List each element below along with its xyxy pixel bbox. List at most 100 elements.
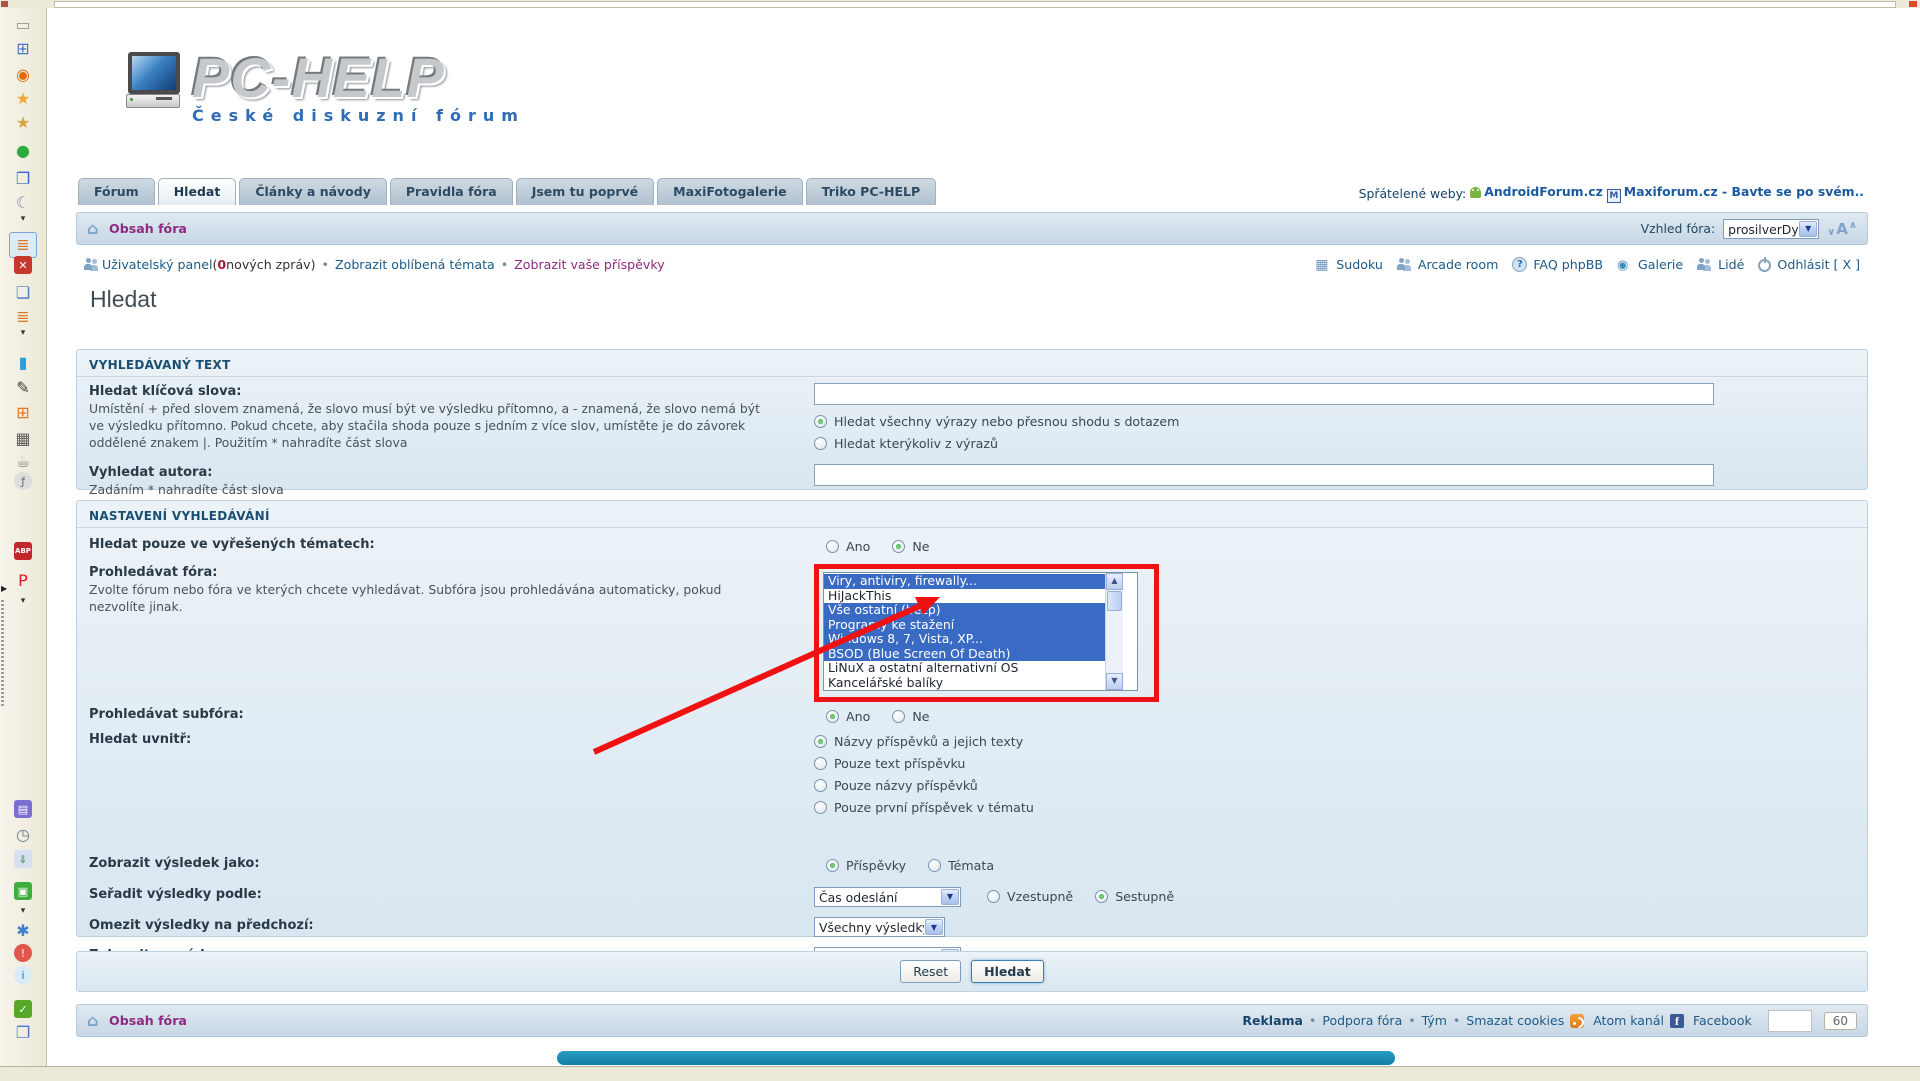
radio-n-zvy-p-sp-vk-a-jejich-texty[interactable]: Názvy příspěvků a jejich texty	[814, 731, 1855, 752]
radio-ano[interactable]: Ano	[826, 706, 870, 727]
userbar-item-lid[interactable]: Lidé	[1697, 257, 1744, 272]
favorites-link[interactable]: Zobrazit oblíbená témata	[335, 257, 495, 272]
footer-home-link[interactable]: Obsah fóra	[109, 1013, 187, 1028]
radio-t-mata[interactable]: Témata	[928, 855, 994, 876]
sidebar-list-active-icon[interactable]: ≣	[9, 232, 37, 258]
info-bubble-icon[interactable]: i	[14, 966, 32, 984]
scroll-up-button[interactable]	[1106, 573, 1123, 590]
keywords-input[interactable]	[814, 383, 1714, 405]
listbox-scrollbar[interactable]	[1105, 573, 1123, 690]
reset-button[interactable]: Reset	[900, 960, 961, 983]
footer-link-podpora-f-ra[interactable]: Podpora fóra	[1322, 1013, 1402, 1028]
dropdown-caret-icon[interactable]: ▾	[11, 214, 35, 224]
partner-link-androidforum-cz[interactable]: AndroidForum.cz	[1484, 184, 1603, 199]
radio-ano[interactable]: Ano	[826, 536, 870, 557]
czech-flag-globe-icon[interactable]: ●	[11, 140, 35, 162]
footer-link-facebook[interactable]: Facebook	[1693, 1013, 1752, 1028]
bookmark-star-icon[interactable]: ★	[11, 88, 35, 110]
radio-p-sp-vky[interactable]: Příspěvky	[826, 855, 906, 876]
chevron-down-icon[interactable]	[925, 919, 943, 935]
dropdown-caret-icon[interactable]: ▾	[11, 596, 35, 606]
chevron-down-icon[interactable]	[1799, 221, 1817, 237]
userbar-item-sudoku[interactable]: Sudoku	[1315, 257, 1383, 272]
search-submit-button[interactable]: Hledat	[971, 960, 1044, 983]
tab-maxifotogalerie[interactable]: MaxiFotogalerie	[657, 178, 802, 205]
counter-input[interactable]	[1768, 1010, 1812, 1032]
font-size-control[interactable]: ∨A∧	[1827, 220, 1857, 238]
proxy-p-icon[interactable]: P	[11, 570, 35, 592]
list-window-icon[interactable]: ≣	[11, 306, 35, 328]
tab-l-nky-a-n-vody[interactable]: Články a návody	[239, 178, 387, 205]
adblock-plus-icon[interactable]: ABP	[14, 542, 32, 560]
clip-roll-icon[interactable]: ▮	[11, 352, 35, 374]
own-posts-link[interactable]: Zobrazit vaše příspěvky	[514, 257, 664, 272]
forum-option-windows-8-7-vista-xp[interactable]: Windows 8, 7, Vista, XP...	[824, 632, 1105, 647]
flash-plugin-icon[interactable]: ƒ	[14, 472, 32, 490]
tab-pravidla-f-ra[interactable]: Pravidla fóra	[390, 178, 513, 205]
userbar-item-galerie[interactable]: Galerie	[1617, 257, 1683, 272]
radio-hledat-kter-koliv-z-v-raz[interactable]: Hledat kterýkoliv z výrazů	[814, 433, 1855, 454]
style-select[interactable]: prosilverDyn	[1723, 219, 1819, 239]
scroll-thumb[interactable]	[1107, 591, 1122, 611]
tab-f-rum[interactable]: Fórum	[78, 178, 155, 205]
ahs-checker-icon[interactable]: ✓	[14, 1000, 32, 1018]
java-cup-icon[interactable]: ☕	[11, 451, 35, 473]
sidebar-panels-icon[interactable]: ⊞	[11, 38, 35, 60]
window-blue-icon[interactable]: ❐	[11, 168, 35, 190]
image-editor-icon[interactable]: ❏	[11, 282, 35, 304]
radio-pouze-text-p-sp-vku[interactable]: Pouze text příspěvku	[814, 753, 1855, 774]
footer-link-reklama[interactable]: Reklama	[1242, 1013, 1303, 1028]
user-panel-link[interactable]: Uživatelský panel	[102, 257, 212, 272]
top-horizontal-scrollbar[interactable]	[54, 1, 1896, 8]
window-button-icon[interactable]: ▭	[11, 14, 35, 36]
window-frame-icon[interactable]: ❐	[11, 1022, 35, 1044]
radio-pouze-prvn-p-sp-vek-v-t-matu[interactable]: Pouze první příspěvek v tématu	[814, 797, 1855, 818]
close-sidebar-icon[interactable]: ✕	[14, 256, 32, 274]
radio-ne[interactable]: Ne	[892, 536, 929, 557]
footer-link-smazat-cookies[interactable]: Smazat cookies	[1466, 1013, 1564, 1028]
userbar-item-odhl-sit-x[interactable]: Odhlásit [ X ]	[1758, 257, 1860, 272]
radio-hledat-v-echny-v-razy-nebo-p-esnou-shodu-s-dotazem[interactable]: Hledat všechny výrazy nebo přesnou shodu…	[814, 411, 1855, 432]
addons-puzzle-icon[interactable]: ▣	[14, 882, 32, 900]
radio-ne[interactable]: Ne	[892, 706, 929, 727]
forums-listbox[interactable]: Viry, antiviry, firewally...HiJackThisVš…	[823, 572, 1138, 691]
forum-option-hijackthis[interactable]: HiJackThis	[824, 589, 1105, 604]
sidebar-drag-handle[interactable]	[1, 600, 4, 708]
forum-option-bsod-blue-screen-of-death[interactable]: BSOD (Blue Screen Of Death)	[824, 647, 1105, 662]
forum-option-programy-ke-sta-en[interactable]: Programy ke stažení	[824, 618, 1105, 633]
sort-select[interactable]: Čas odeslání	[814, 887, 961, 907]
dropdown-caret-icon[interactable]: ▾	[11, 906, 35, 916]
userbar-item-arcade-room[interactable]: Arcade room	[1397, 257, 1498, 272]
forum-option-linux-a-ostatn-alternativn-os[interactable]: LiNuX a ostatní alternativní OS	[824, 661, 1105, 676]
history-clock-icon[interactable]: ◷	[11, 824, 35, 846]
forum-option-v-e-ostatn-bezp[interactable]: Vše ostatní (bezp)	[824, 603, 1105, 618]
chevron-down-icon[interactable]	[941, 889, 959, 905]
night-mode-icon[interactable]: ☾	[11, 192, 35, 214]
tab-jsem-tu-poprv[interactable]: Jsem tu poprvé	[516, 178, 654, 205]
partner-link-maxiforum-cz-bavte-se-po-sv-m[interactable]: Maxiforum.cz - Bavte se po svém..	[1624, 184, 1864, 199]
bookmarks-book-icon[interactable]: ▤	[14, 800, 32, 818]
error-console-icon[interactable]: !	[14, 944, 32, 962]
userbar-item-faq-phpbb[interactable]: FAQ phpBB	[1512, 257, 1603, 272]
screen-capture-icon[interactable]: ▦	[11, 428, 35, 450]
pen-icon[interactable]: ✎	[11, 377, 35, 399]
site-logo[interactable]: PC-HELP České diskuzní fórum	[126, 52, 525, 125]
table-grid-icon[interactable]: ⊞	[11, 402, 35, 424]
firefox-icon[interactable]: ◉	[11, 64, 35, 86]
forum-option-kancel-sk-bal-ky[interactable]: Kancelářské balíky	[824, 676, 1105, 691]
author-input[interactable]	[814, 464, 1714, 486]
downloads-icon[interactable]: ⇓	[14, 850, 32, 868]
bookmark-add-icon[interactable]: ★	[11, 112, 35, 134]
tab-triko-pc-help[interactable]: Triko PC-HELP	[806, 178, 936, 205]
dropdown-caret-icon[interactable]: ▾	[11, 328, 35, 338]
tab-hledat[interactable]: Hledat	[158, 178, 237, 205]
gear-icon[interactable]: ✱	[11, 920, 35, 942]
forum-option-viry-antiviry-firewally[interactable]: Viry, antiviry, firewally...	[824, 574, 1105, 589]
footer-link-t-m[interactable]: Tým	[1422, 1013, 1447, 1028]
limit-select[interactable]: Všechny výsledky	[814, 917, 945, 937]
radio-pouze-n-zvy-p-sp-vk[interactable]: Pouze názvy příspěvků	[814, 775, 1855, 796]
radio-vzestupn[interactable]: Vzestupně	[987, 886, 1073, 907]
breadcrumb-home-link[interactable]: Obsah fóra	[109, 221, 187, 236]
scroll-down-button[interactable]	[1106, 673, 1123, 690]
radio-sestupn[interactable]: Sestupně	[1095, 886, 1174, 907]
